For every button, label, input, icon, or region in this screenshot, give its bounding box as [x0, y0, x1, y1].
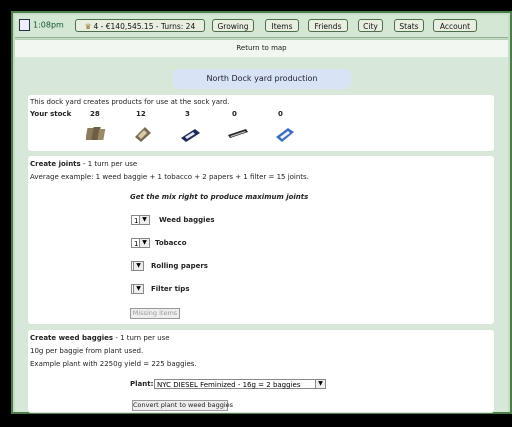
baggies-turn-cost: - 1 turn per use	[115, 334, 170, 342]
nav-city-button[interactable]: City	[358, 19, 383, 32]
crown-icon: ♛	[84, 22, 92, 31]
stock-label: Your stock	[30, 110, 72, 118]
clock: 1:08pm	[19, 19, 64, 31]
nav-growing-button[interactable]: Growing	[212, 19, 254, 32]
nav-account-button[interactable]: Account	[433, 19, 477, 32]
stock-count-filters: 0	[278, 110, 283, 118]
baggies-heading-line: Create weed baggies - 1 turn per use	[30, 334, 170, 342]
intro-text: This dock yard creates products for use …	[30, 98, 230, 106]
stock-count-papers: 3	[185, 110, 190, 118]
filter-tips-label: Filter tips	[151, 285, 190, 293]
game-window: 1:08pm ♛ 4 - €140,545.15 - Turns: 24 Grow…	[11, 11, 512, 414]
clock-icon	[19, 19, 30, 31]
nav-items-button[interactable]: Items	[265, 19, 299, 32]
baggies-info-line1: 10g per baggie from plant used.	[30, 347, 144, 355]
stock-count-tobacco: 12	[136, 110, 146, 118]
missing-items-button[interactable]: Missing items	[130, 308, 180, 319]
chevron-down-icon: ▼	[133, 262, 143, 270]
status-badge: ♛ 4 - €140,545.15 - Turns: 24	[75, 19, 205, 32]
rolling-papers-label: Rolling papers	[151, 262, 208, 270]
chevron-down-icon: ▼	[139, 239, 149, 247]
create-joints-panel: Create joints - 1 turn per use Average e…	[27, 155, 495, 325]
weed-baggies-value: 1	[134, 217, 139, 225]
nav-friends-button[interactable]: Friends	[308, 19, 348, 32]
joints-turn-cost: - 1 turn per use	[82, 160, 138, 168]
tobacco-value: 1	[134, 240, 139, 248]
convert-plant-button[interactable]: Convert plant to weed baggies	[132, 400, 233, 411]
status-text: 4 - €140,545.15 - Turns: 24	[93, 22, 196, 31]
nav-stats-button[interactable]: Stats	[394, 19, 424, 32]
filter-tips-icon	[276, 128, 294, 142]
main-content: North Dock yard production This dock yar…	[15, 57, 508, 413]
stock-count-weed: 28	[90, 110, 100, 118]
return-to-map-link[interactable]: Return to map	[15, 39, 508, 58]
time-text: 1:08pm	[33, 20, 64, 30]
top-bar: 1:08pm ♛ 4 - €140,545.15 - Turns: 24 Grow…	[15, 15, 508, 38]
joints-heading-line: Create joints - 1 turn per use	[30, 160, 137, 168]
joints-hint: Get the mix right to produce maximum joi…	[130, 193, 309, 201]
baggies-info-line2: Example plant with 2250g yield = 225 bag…	[30, 360, 197, 368]
plant-select[interactable]: NYC DIESEL Feminized - 16g = 2 baggies ▼	[154, 379, 326, 389]
joints-example: Average example: 1 weed baggie + 1 tobac…	[30, 173, 309, 181]
tobacco-icon	[135, 127, 151, 142]
weed-baggies-label: Weed baggies	[159, 216, 215, 224]
chevron-down-icon: ▼	[133, 285, 143, 293]
joints-heading: Create joints	[30, 160, 81, 168]
plant-select-value: NYC DIESEL Feminized - 16g = 2 baggies	[157, 381, 301, 389]
tobacco-label: Tobacco	[155, 239, 187, 247]
weed-baggie-icon	[86, 127, 106, 140]
page-title: North Dock yard production	[173, 69, 351, 89]
chevron-down-icon: ▼	[139, 216, 149, 224]
baggies-heading: Create weed baggies	[30, 334, 114, 342]
tobacco-select[interactable]: 1 ▼	[131, 238, 150, 248]
rolling-papers-icon	[181, 129, 200, 142]
stock-panel: This dock yard creates products for use …	[27, 94, 495, 152]
chevron-down-icon: ▼	[315, 380, 325, 388]
stock-count-joints: 0	[232, 110, 237, 118]
create-baggies-panel: Create weed baggies - 1 turn per use 10g…	[27, 329, 495, 413]
rolling-papers-select[interactable]: ▼	[131, 261, 144, 271]
joint-icon	[228, 129, 248, 138]
filter-tips-select[interactable]: ▼	[131, 284, 144, 294]
plant-label: Plant:	[130, 380, 154, 388]
weed-baggies-select[interactable]: 1 ▼	[131, 215, 150, 225]
